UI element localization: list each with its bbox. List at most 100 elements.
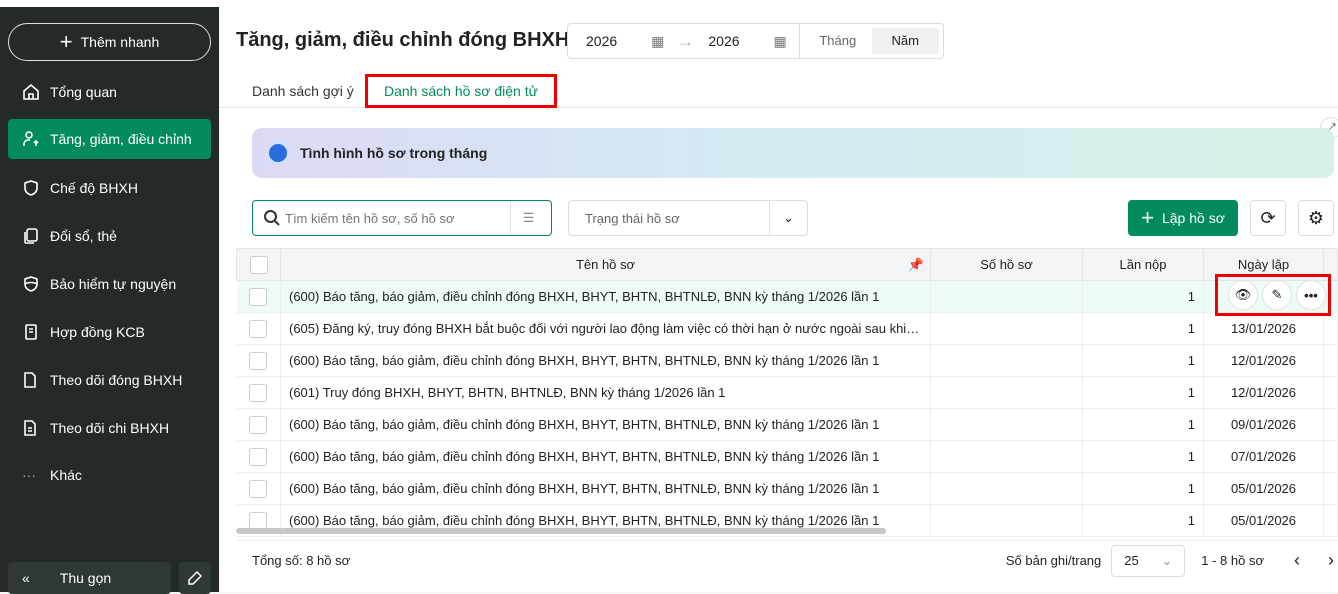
table-row[interactable]: (600) Báo tăng, báo giảm, điều chỉnh đón… [236, 440, 1338, 473]
label: Bảo hiểm tự nguyện [50, 276, 177, 292]
page-title: Tăng, giảm, điều chỉnh đóng BHXH [236, 29, 570, 51]
top-strip [0, 0, 1338, 7]
sidebar-item-voluntary[interactable]: Bảo hiểm tự nguyện [8, 264, 211, 304]
checkbox[interactable] [249, 319, 268, 338]
user-up-icon [23, 131, 39, 146]
sidebar-item-benefits[interactable]: Chế độ BHXH [8, 168, 211, 208]
checkbox[interactable] [249, 287, 268, 306]
search-field: ☰ [252, 200, 552, 236]
row-select[interactable] [236, 280, 281, 313]
record-date: 05/01/2026 [1203, 472, 1324, 505]
label: Tăng, giảm, điều chỉnh [50, 131, 192, 147]
horizontal-scrollbar[interactable] [236, 528, 886, 534]
next-page-icon[interactable]: › [1328, 550, 1334, 571]
row-select[interactable] [236, 376, 281, 409]
extra [1323, 440, 1338, 473]
period-month[interactable]: Tháng [804, 28, 872, 54]
record-date: 12/01/2026 [1203, 344, 1324, 377]
sidebar-item-overview[interactable]: Tổng quan [8, 72, 211, 112]
record-name[interactable]: (601) Truy đóng BHXH, BHYT, BHTN, BHTNLĐ… [280, 376, 931, 409]
record-times: 1 [1082, 504, 1204, 537]
prev-page-icon[interactable]: ‹ [1294, 550, 1300, 571]
sidebar-item-contract[interactable]: Hợp đồng KCB [8, 312, 211, 352]
extra [1323, 344, 1338, 377]
sidebar-item-other[interactable]: ··· Khác [8, 455, 211, 495]
checkbox[interactable] [249, 255, 268, 274]
sidebar-item-track-pay[interactable]: Theo dõi đóng BHXH [8, 360, 211, 400]
table-row[interactable]: (605) Đăng ký, truy đóng BHXH bắt buộc đ… [236, 312, 1338, 345]
date-range-picker[interactable]: 2026 ▦ → 2026 ▦ [567, 23, 800, 59]
search-input[interactable] [285, 210, 510, 226]
c12-icon [24, 372, 36, 388]
calendar-icon: ▦ [651, 32, 665, 49]
page-range: 1 - 8 hồ sơ [1201, 553, 1264, 568]
record-name[interactable]: (605) Đăng ký, truy đóng BHXH bắt buộc đ… [280, 312, 931, 345]
sidebar-item-card[interactable]: Đổi sổ, thẻ [8, 216, 211, 256]
checkbox[interactable] [249, 351, 268, 370]
extra [1323, 504, 1338, 537]
record-name[interactable]: (600) Báo tăng, báo giảm, điều chỉnh đón… [280, 472, 931, 505]
extra [1323, 472, 1338, 505]
tab-electronic-records[interactable]: Danh sách hồ sơ điện tử [365, 74, 557, 108]
record-date: 05/01/2026 [1203, 504, 1324, 537]
create-record-button[interactable]: + Lập hồ sơ [1128, 200, 1238, 236]
row-select[interactable] [236, 472, 281, 505]
row-select[interactable] [236, 344, 281, 377]
edit-button[interactable] [179, 562, 211, 594]
period-year[interactable]: Năm [871, 28, 939, 54]
label: Khác [50, 467, 82, 483]
checkbox[interactable] [249, 511, 268, 530]
checkbox[interactable] [249, 415, 268, 434]
select-all[interactable] [236, 248, 281, 281]
record-number [930, 344, 1083, 377]
settings-button[interactable]: ⚙ [1298, 200, 1334, 236]
table-footer: Tổng số: 8 hồ sơ Số bản ghi/trang 25 ⌄ 1 … [236, 540, 1338, 580]
table-row[interactable]: (601) Truy đóng BHXH, BHYT, BHTN, BHTNLĐ… [236, 376, 1338, 409]
record-times: 1 [1082, 376, 1204, 409]
more-icon[interactable]: ••• [1296, 280, 1326, 310]
record-name[interactable]: (600) Báo tăng, báo giảm, điều chỉnh đón… [280, 440, 931, 473]
row-select[interactable] [236, 440, 281, 473]
date-to[interactable]: 2026 [708, 33, 739, 49]
view-icon[interactable]: 👁 [1228, 280, 1258, 310]
record-name[interactable]: (600) Báo tăng, báo giảm, điều chỉnh đón… [280, 280, 931, 313]
record-times: 1 [1082, 408, 1204, 441]
gear-icon: ⚙ [1307, 207, 1325, 228]
collapse-label: Thu gọn [59, 570, 112, 586]
monthly-status-banner[interactable]: Tình hình hồ sơ trong tháng [252, 128, 1334, 178]
record-name[interactable]: (600) Báo tăng, báo giảm, điều chỉnh đón… [280, 344, 931, 377]
header-label: Tên hồ sơ [575, 257, 636, 272]
sidebar-item-adjust[interactable]: Tăng, giảm, điều chỉnh [8, 119, 211, 159]
edit-icon[interactable]: ✎ [1262, 280, 1292, 310]
col-number: Số hồ sơ [930, 248, 1083, 281]
collapse-button[interactable]: « Thu gọn [8, 562, 171, 594]
per-page-select[interactable]: 25 ⌄ [1111, 544, 1186, 577]
calendar-icon: ▦ [773, 32, 787, 49]
document-icon [25, 324, 37, 340]
row-select[interactable] [236, 408, 281, 441]
pin-icon[interactable]: 📌 [908, 257, 924, 273]
status-select[interactable]: Trạng thái hồ sơ ⌄ [568, 200, 808, 236]
plus-icon: + [59, 29, 73, 54]
sidebar-item-track-spend[interactable]: Theo dõi chi BHXH [8, 408, 211, 448]
record-times: 1 [1082, 472, 1204, 505]
shield-heart-icon [24, 180, 38, 196]
checkbox[interactable] [249, 383, 268, 402]
records-table: Tên hồ sơ 📌 Số hồ sơ Lần nộp Ngày lập (60… [236, 248, 1338, 537]
checkbox[interactable] [249, 479, 268, 498]
per-page-value: 25 [1124, 553, 1139, 568]
table-row[interactable]: (600) Báo tăng, báo giảm, điều chỉnh đón… [236, 408, 1338, 441]
row-select[interactable] [236, 312, 281, 345]
date-from[interactable]: 2026 [586, 33, 617, 49]
filter-icon[interactable]: ☰ [510, 201, 546, 235]
table-row[interactable]: (600) Báo tăng, báo giảm, điều chỉnh đón… [236, 280, 1338, 313]
quick-add-button[interactable]: + Thêm nhanh [8, 23, 211, 61]
checkbox[interactable] [249, 447, 268, 466]
table-row[interactable]: (600) Báo tăng, báo giảm, điều chỉnh đón… [236, 472, 1338, 505]
tab-suggestions[interactable]: Danh sách gợi ý [252, 75, 354, 108]
quick-add-label: Thêm nhanh [80, 34, 160, 50]
refresh-button[interactable]: ⟳ [1250, 200, 1286, 236]
record-name[interactable]: (600) Báo tăng, báo giảm, điều chỉnh đón… [280, 408, 931, 441]
record-date: 12/01/2026 [1203, 376, 1324, 409]
table-row[interactable]: (600) Báo tăng, báo giảm, điều chỉnh đón… [236, 344, 1338, 377]
